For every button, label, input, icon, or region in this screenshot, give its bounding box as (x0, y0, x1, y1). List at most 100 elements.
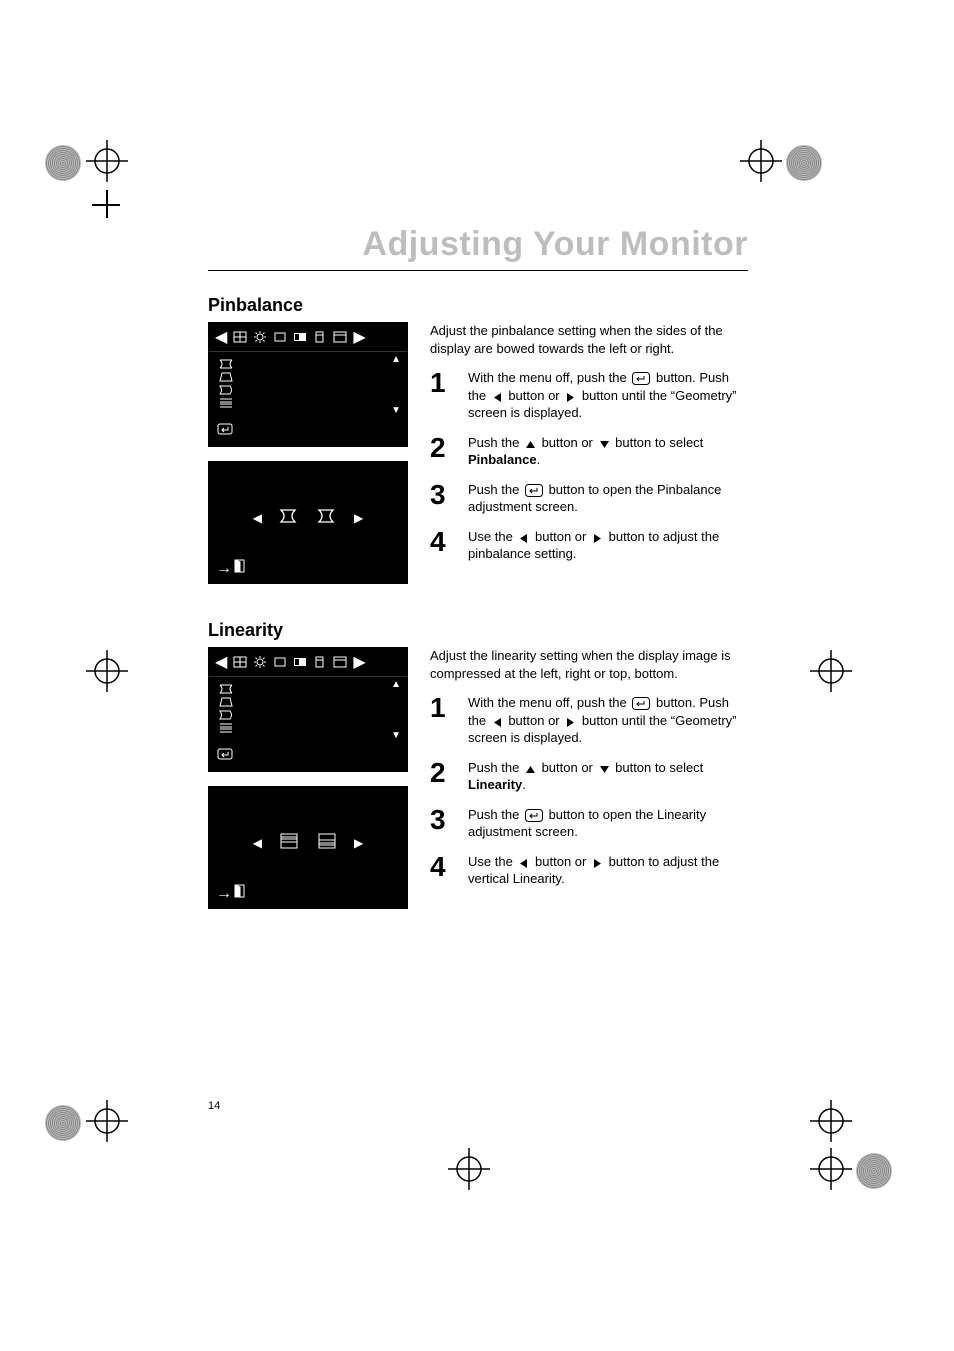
enter-icon (632, 372, 650, 385)
step-row: 4 Use the button or button to adjust the… (430, 853, 748, 888)
pinbalance-right-icon (316, 507, 338, 530)
geometry-icon (273, 331, 287, 343)
linearity-right-icon (316, 832, 338, 855)
registration-crosshair-icon (448, 1148, 490, 1190)
step-text: Push the button to open the Linearity ad… (468, 806, 748, 841)
step-number: 4 (430, 853, 454, 888)
registration-tick-icon (106, 190, 108, 218)
step-number: 4 (430, 528, 454, 563)
color-icon (293, 656, 307, 668)
geometry-icon (273, 656, 287, 668)
triangle-right-icon (565, 717, 576, 728)
triangle-down-icon: ▼ (391, 730, 401, 741)
pincushion-icon (217, 358, 399, 370)
triangle-right-icon: ▶ (353, 652, 365, 672)
title-divider (208, 270, 748, 271)
step-row: 4 Use the button or button to adjust the… (430, 528, 748, 563)
step-number: 2 (430, 434, 454, 469)
triangle-left-icon (518, 533, 529, 544)
step-number: 2 (430, 759, 454, 794)
registration-crosshair-icon (810, 1148, 852, 1190)
triangle-left-icon (492, 717, 503, 728)
triangle-up-icon (525, 439, 536, 450)
step-text: Push the button or button to select Line… (468, 759, 748, 794)
step-row: 2 Push the button or button to select Li… (430, 759, 748, 794)
enter-icon (525, 484, 543, 497)
exit-arrow-icon: → (216, 885, 232, 903)
triangle-left-icon: ◀ (215, 652, 227, 672)
step-row: 2 Push the button or button to select Pi… (430, 434, 748, 469)
position-icon (233, 656, 247, 668)
section-heading: Linearity (208, 620, 748, 641)
enter-icon (217, 422, 233, 439)
registration-crosshair-icon (740, 140, 782, 182)
triangle-down-icon (599, 439, 610, 450)
color-icon (293, 331, 307, 343)
menu-icon (333, 656, 347, 668)
page-title: Adjusting Your Monitor (208, 225, 748, 270)
exit-door-icon (234, 559, 246, 578)
exit-door-icon (234, 884, 246, 903)
section-heading: Pinbalance (208, 295, 748, 316)
triangle-right-icon (592, 533, 603, 544)
step-text: Push the button or button to select Pinb… (468, 434, 748, 469)
pincushion-icon (217, 683, 399, 695)
recall-icon (313, 656, 327, 668)
osd-adjust-screenshot: ◀ ▶ → (208, 786, 408, 909)
osd-menu-screenshot: ◀ ▶ ▲ (208, 647, 408, 772)
step-row: 1 With the menu off, push the button. Pu… (430, 694, 748, 747)
enter-icon (632, 697, 650, 710)
exit-arrow-icon: → (216, 560, 232, 578)
brightness-icon (253, 656, 267, 668)
trapezoid-icon (217, 371, 399, 383)
triangle-right-icon (592, 858, 603, 869)
triangle-down-icon: ▼ (391, 405, 401, 416)
step-number: 1 (430, 694, 454, 747)
triangle-left-icon: ◀ (253, 511, 262, 525)
registration-crosshair-icon (86, 140, 128, 182)
step-row: 3 Push the button to open the Linearity … (430, 806, 748, 841)
linearity-left-icon (278, 832, 300, 855)
osd-menu-screenshot: ◀ ▶ ▲ (208, 322, 408, 447)
brightness-icon (253, 331, 267, 343)
enter-icon (525, 809, 543, 822)
menu-icon (333, 331, 347, 343)
linearity-icon (217, 722, 399, 734)
section-intro: Adjust the pinbalance setting when the s… (430, 322, 748, 357)
registration-ring-icon (856, 1153, 892, 1189)
trapezoid-icon (217, 696, 399, 708)
page-content: Adjusting Your Monitor Pinbalance ◀ (208, 225, 748, 945)
registration-ring-icon (45, 145, 81, 181)
osd-figures: ◀ ▶ ▲ (208, 647, 408, 909)
registration-ring-icon (786, 145, 822, 181)
recall-icon (313, 331, 327, 343)
section-pinbalance: Pinbalance ◀ ▶ (208, 295, 748, 584)
enter-icon (217, 747, 233, 764)
section-linearity: Linearity ◀ ▶ (208, 620, 748, 909)
triangle-up-icon: ▲ (391, 354, 401, 365)
triangle-right-icon: ▶ (354, 836, 363, 850)
triangle-left-icon (518, 858, 529, 869)
step-row: 1 With the menu off, push the button. Pu… (430, 369, 748, 422)
registration-crosshair-icon (810, 1100, 852, 1142)
registration-crosshair-icon (86, 1100, 128, 1142)
pinbalance-icon (217, 709, 399, 721)
triangle-right-icon: ▶ (353, 327, 365, 347)
registration-crosshair-icon (86, 650, 128, 692)
registration-crosshair-icon (810, 650, 852, 692)
triangle-up-icon (525, 764, 536, 775)
page-number: 14 (208, 1100, 220, 1112)
triangle-left-icon: ◀ (215, 327, 227, 347)
pinbalance-icon (217, 384, 399, 396)
step-number: 1 (430, 369, 454, 422)
position-icon (233, 331, 247, 343)
step-text: Use the button or button to adjust the v… (468, 853, 748, 888)
step-text: Push the button to open the Pinbalance a… (468, 481, 748, 516)
registration-ring-icon (45, 1105, 81, 1141)
osd-figures: ◀ ▶ ▲ (208, 322, 408, 584)
step-text: With the menu off, push the button. Push… (468, 694, 748, 747)
pinbalance-left-icon (278, 507, 300, 530)
section-intro: Adjust the linearity setting when the di… (430, 647, 748, 682)
step-text: With the menu off, push the button. Push… (468, 369, 748, 422)
triangle-down-icon (599, 764, 610, 775)
